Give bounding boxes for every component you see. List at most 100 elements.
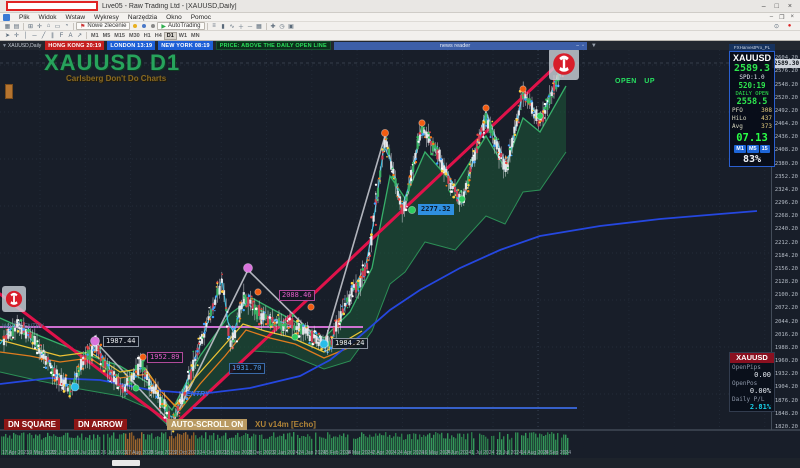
echo-version-label: XU v14m [Echo] [251, 419, 320, 430]
price-tick: 2128.20 [775, 279, 798, 285]
toolbar-mini-icon-2[interactable] [148, 22, 157, 30]
profiles-button[interactable]: ▤ [12, 22, 21, 30]
maximize-button[interactable]: □ [775, 3, 779, 10]
horizontal-line-tool[interactable]: ─ [30, 32, 39, 40]
menu-wstaw[interactable]: Wstaw [66, 14, 86, 21]
fibonacci-tool[interactable]: F [57, 32, 66, 40]
autoscroll-badge[interactable]: AUTO-SCROLL ON [167, 419, 247, 430]
chart-tab-label[interactable]: XAUUSD,Daily [8, 43, 41, 49]
menu-widok[interactable]: Widok [38, 14, 56, 21]
channel-tool[interactable]: ∥ [48, 32, 57, 40]
session-badge-2: NEW YORK 08:19 [158, 41, 213, 50]
date-tick: 23 Jul 2024 [496, 450, 522, 456]
zoom-out-button[interactable]: － [246, 22, 255, 30]
crosshair-tool[interactable]: ✛ [12, 32, 21, 40]
news-restore-icon[interactable]: ▫ [582, 43, 584, 49]
trendline-tool[interactable]: ╱ [39, 32, 48, 40]
tf-m15[interactable]: M15 [112, 32, 127, 40]
panel-big-value: 07.13 [732, 132, 772, 144]
menu-wykresy[interactable]: Wykresy [94, 14, 119, 21]
price-tick: 2380.20 [775, 161, 798, 167]
news-minimize-icon[interactable]: – [576, 43, 579, 49]
price-tick: 1876.20 [775, 398, 798, 404]
menu-pomoc[interactable]: Pomoc [191, 14, 211, 21]
date-tick: 24 Oct 2023 [200, 450, 227, 456]
child-restore-button[interactable]: ❐ [779, 14, 784, 21]
navigator-button[interactable]: ⌂ [44, 22, 53, 30]
panel-daily-open-value: 2558.5 [732, 97, 772, 107]
menu-narzędzia[interactable]: Narzędzia [128, 14, 157, 21]
toolbar-mini-icon-0[interactable] [130, 22, 139, 30]
minimize-button[interactable]: – [762, 3, 766, 10]
date-tick: 2 Apr 2024 [373, 450, 397, 456]
date-tick: 17 Apr 2023 [2, 450, 29, 456]
price-tick: 2352.20 [775, 174, 798, 180]
search-icon[interactable]: ⊙ [772, 22, 781, 30]
child-minimize-button[interactable]: – [770, 14, 773, 21]
new-chart-button[interactable]: ▦ [3, 22, 12, 30]
new-order-label: Nowe zlecenie [87, 23, 126, 29]
autotrading-button[interactable]: ▶AutoTrading [157, 22, 204, 30]
tf-d1[interactable]: D1 [164, 32, 177, 40]
strategy-tester-button[interactable]: ◔ [62, 22, 71, 30]
news-reader-titlebar[interactable]: news reader – ▫ [334, 42, 587, 50]
terminal-button[interactable]: ▭ [53, 22, 62, 30]
panel-spread: SPD:1.0 [732, 74, 772, 81]
chart-shift-marker[interactable]: ▼ [591, 43, 597, 49]
vertical-line-tool[interactable]: │ [21, 32, 30, 40]
child-close-button[interactable]: × [790, 14, 794, 21]
dn-arrow-badge[interactable]: DN ARROW [74, 419, 127, 430]
tf-h4[interactable]: H4 [153, 32, 164, 40]
price-callout-label: 1931.70 [229, 363, 265, 374]
price-callout-label: 1952.89 [147, 352, 183, 363]
openpips-label: OpenPips [730, 363, 774, 371]
price-tick: 1820.20 [775, 424, 798, 430]
chevron-down-icon[interactable]: ▼ [2, 43, 7, 49]
tf-m5[interactable]: M5 [101, 32, 113, 40]
daily-pl-value: 2.81% [730, 403, 774, 411]
close-button[interactable]: × [788, 3, 792, 10]
scrollbar-thumb[interactable] [112, 460, 140, 466]
drawing-timeframe-toolbar: ➤✛│─╱∥FA↗ M1M5M15M30H1H4D1W1MN [0, 31, 800, 41]
candlestick-chart-button[interactable]: ▮ [219, 22, 228, 30]
line-chart-button[interactable]: ∿ [228, 22, 237, 30]
arrange-windows-button[interactable]: ▦ [255, 22, 264, 30]
cursor-tool[interactable]: ➤ [3, 32, 12, 40]
chart-window[interactable]: ▼ XAUUSD,Daily HONG KONG 20:19LONDON 13:… [0, 41, 800, 468]
tf-m30[interactable]: M30 [127, 32, 142, 40]
time-axis[interactable]: 17 Apr 202319 May 202312 Jun 20234 Jul 2… [0, 450, 800, 458]
menu-okno[interactable]: Okno [166, 14, 182, 21]
text-tool[interactable]: A [66, 32, 75, 40]
templates-button[interactable]: ▣ [287, 22, 296, 30]
price-scale[interactable]: 2589.30 2632.202604.202576.202548.202520… [771, 41, 800, 430]
panel-tf-m5[interactable]: M5 [747, 145, 759, 153]
tf-h1[interactable]: H1 [142, 32, 153, 40]
price-chart[interactable] [0, 41, 800, 468]
dn-square-badge[interactable]: DN SQUARE [4, 419, 60, 430]
data-window-button[interactable]: ✛ [35, 22, 44, 30]
menu-plik[interactable]: Plik [19, 14, 29, 21]
price-tick: 2492.20 [775, 108, 798, 114]
tf-mn[interactable]: MN [189, 32, 202, 40]
bar-chart-button[interactable]: ≡ [210, 22, 219, 30]
price-tick: 1904.20 [775, 384, 798, 390]
openpos-label: OpenPos [730, 379, 774, 387]
tf-w1[interactable]: W1 [177, 32, 189, 40]
new-order-button[interactable]: ⚑Nowe zlecenie [76, 22, 130, 30]
panel-tf-m1[interactable]: M1 [734, 145, 746, 153]
tf-m1[interactable]: M1 [89, 32, 101, 40]
market-watch-button[interactable]: ⊞ [26, 22, 35, 30]
arrows-tool[interactable]: ↗ [75, 32, 84, 40]
notification-icon[interactable]: ● [785, 22, 794, 30]
indicators-button[interactable]: ✚ [269, 22, 278, 30]
panel-candle-timer: 520:19 [732, 81, 772, 90]
periods-button[interactable]: ◷ [278, 22, 287, 30]
toolbar-mini-icon-1[interactable] [139, 22, 148, 30]
redacted-account-box [6, 1, 98, 11]
panel-tf-15[interactable]: 15 [760, 145, 770, 153]
zoom-in-button[interactable]: ＋ [237, 22, 246, 30]
bottom-scrollbar[interactable] [0, 458, 800, 468]
price-tick: 2240.20 [775, 226, 798, 232]
date-tick: 8 Sep 2023 [150, 450, 176, 456]
price-tick: 2324.20 [775, 187, 798, 193]
